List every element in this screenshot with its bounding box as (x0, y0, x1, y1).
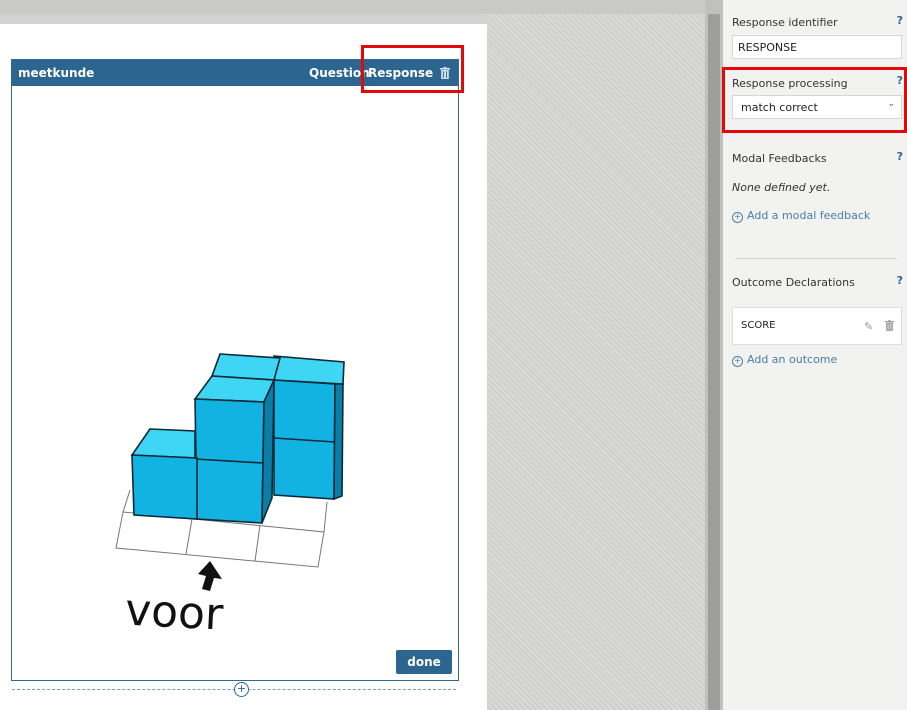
interaction-widget[interactable]: meetkunde Question Response voor done (11, 59, 459, 681)
done-button[interactable]: done (396, 650, 452, 674)
question-icon[interactable]: ? (897, 14, 903, 27)
add-modal-feedback-link[interactable]: + Add a modal feedback (732, 209, 870, 223)
question-icon[interactable]: ? (897, 74, 903, 87)
widget-header: meetkunde Question Response (12, 60, 458, 86)
trash-icon[interactable] (440, 67, 450, 79)
cube-figure-image: voor (115, 353, 345, 641)
response-processing-label: Response processing (732, 77, 848, 90)
modal-feedbacks-empty: None defined yet. (732, 181, 831, 194)
pencil-icon[interactable]: ✎ (864, 320, 873, 333)
question-icon[interactable]: ? (897, 274, 903, 287)
add-outcome-label: Add an outcome (747, 353, 838, 366)
voor-label: voor (124, 585, 225, 641)
outcome-declarations-label: Outcome Declarations (732, 276, 855, 289)
arrow-up-icon (198, 561, 222, 591)
outcome-item: SCORE ✎ (732, 307, 902, 345)
response-processing-value: match correct (741, 101, 818, 114)
widget-title: meetkunde (18, 66, 95, 80)
outcome-name: SCORE (741, 320, 776, 331)
add-block-button[interactable]: + (234, 682, 249, 697)
cube-stack-middle (193, 375, 276, 524)
plus-circle-icon: + (732, 356, 743, 367)
add-modal-feedback-label: Add a modal feedback (747, 209, 871, 222)
panel-divider (735, 258, 897, 259)
canvas-scrollbar[interactable] (705, 0, 723, 710)
tab-question[interactable]: Question (309, 66, 370, 80)
add-outcome-link[interactable]: + Add an outcome (732, 353, 837, 367)
top-strip (0, 0, 705, 14)
scrollbar-thumb[interactable] (708, 14, 720, 710)
plus-circle-icon: + (732, 212, 743, 223)
trash-icon[interactable] (885, 320, 894, 331)
tab-response[interactable]: Response (368, 66, 433, 80)
canvas-background (487, 14, 705, 710)
chevron-down-icon: ⌄ (887, 99, 895, 109)
properties-panel: Response identifier ? Response processin… (723, 0, 907, 710)
modal-feedbacks-label: Modal Feedbacks (732, 152, 827, 165)
response-processing-select[interactable]: match correct ⌄ (732, 95, 902, 119)
cube-front-left (130, 428, 198, 520)
response-identifier-label: Response identifier (732, 16, 838, 29)
cube-stack-right (273, 355, 345, 501)
response-identifier-input[interactable] (732, 35, 902, 59)
question-icon[interactable]: ? (897, 150, 903, 163)
